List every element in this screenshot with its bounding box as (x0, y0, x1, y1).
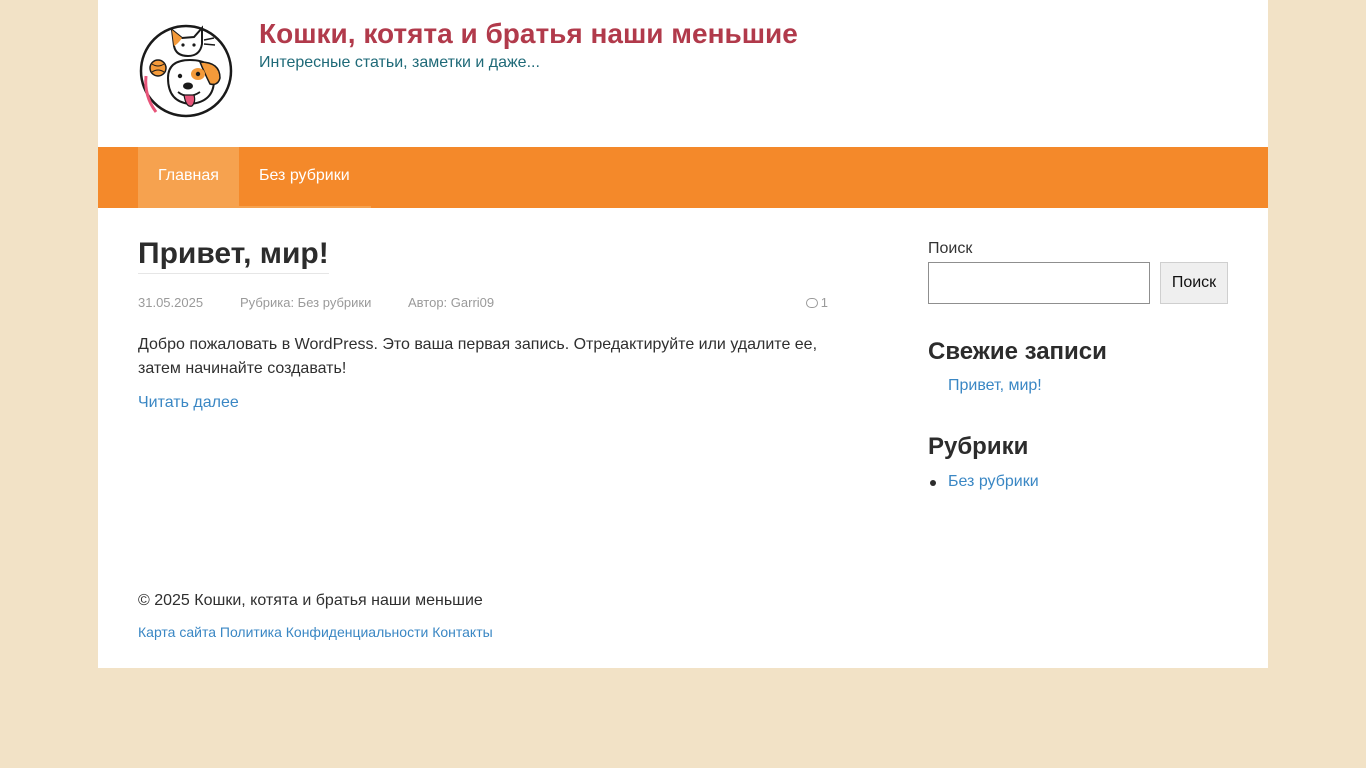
search-label: Поиск (928, 240, 973, 257)
search-input[interactable] (928, 262, 1150, 304)
post-category[interactable]: Рубрика: Без рубрики (240, 294, 371, 312)
site-title[interactable]: Кошки, котята и братья наши меньшие (259, 17, 798, 51)
comments-count: 1 (820, 295, 828, 310)
footer-link-sitemap[interactable]: Карта сайта (138, 624, 216, 640)
recent-post-link[interactable]: Привет, мир! (948, 376, 1042, 396)
recent-posts-title: Свежие записи (928, 338, 1107, 365)
search-button[interactable]: Поиск (1160, 262, 1228, 304)
category-link[interactable]: Без рубрики (948, 472, 1039, 492)
footer-links: Карта сайта Политика Конфиденциальности … (138, 623, 493, 641)
post-title[interactable]: Привет, мир! (138, 235, 329, 274)
page-container: Кошки, котята и братья наши меньшие Инте… (98, 0, 1268, 668)
read-more-link[interactable]: Читать далее (138, 393, 239, 413)
site-description: Интересные статьи, заметки и даже... (259, 54, 540, 71)
footer-link-contacts[interactable]: Контакты (432, 624, 492, 640)
comment-bubble-icon (805, 298, 818, 308)
footer-copyright: © 2025 Кошки, котята и братья наши меньш… (138, 592, 483, 609)
footer-link-privacy[interactable]: Политика Конфиденциальности (220, 624, 428, 640)
post-author[interactable]: Автор: Garri09 (408, 294, 494, 312)
post-date[interactable]: 31.05.2025 (138, 294, 203, 312)
cat-dog-logo-icon (139, 24, 233, 118)
main-navigation: Главная Без рубрики (98, 147, 1268, 208)
post-excerpt: Добро пожаловать в WordPress. Это ваша п… (138, 336, 818, 377)
nav-item-uncategorized[interactable]: Без рубрики (239, 147, 371, 208)
list-bullet (930, 480, 936, 486)
categories-title: Рубрики (928, 433, 1029, 460)
site-logo[interactable] (138, 16, 238, 122)
post-comments-link[interactable]: 1 (802, 294, 828, 312)
nav-item-home[interactable]: Главная (138, 147, 239, 208)
